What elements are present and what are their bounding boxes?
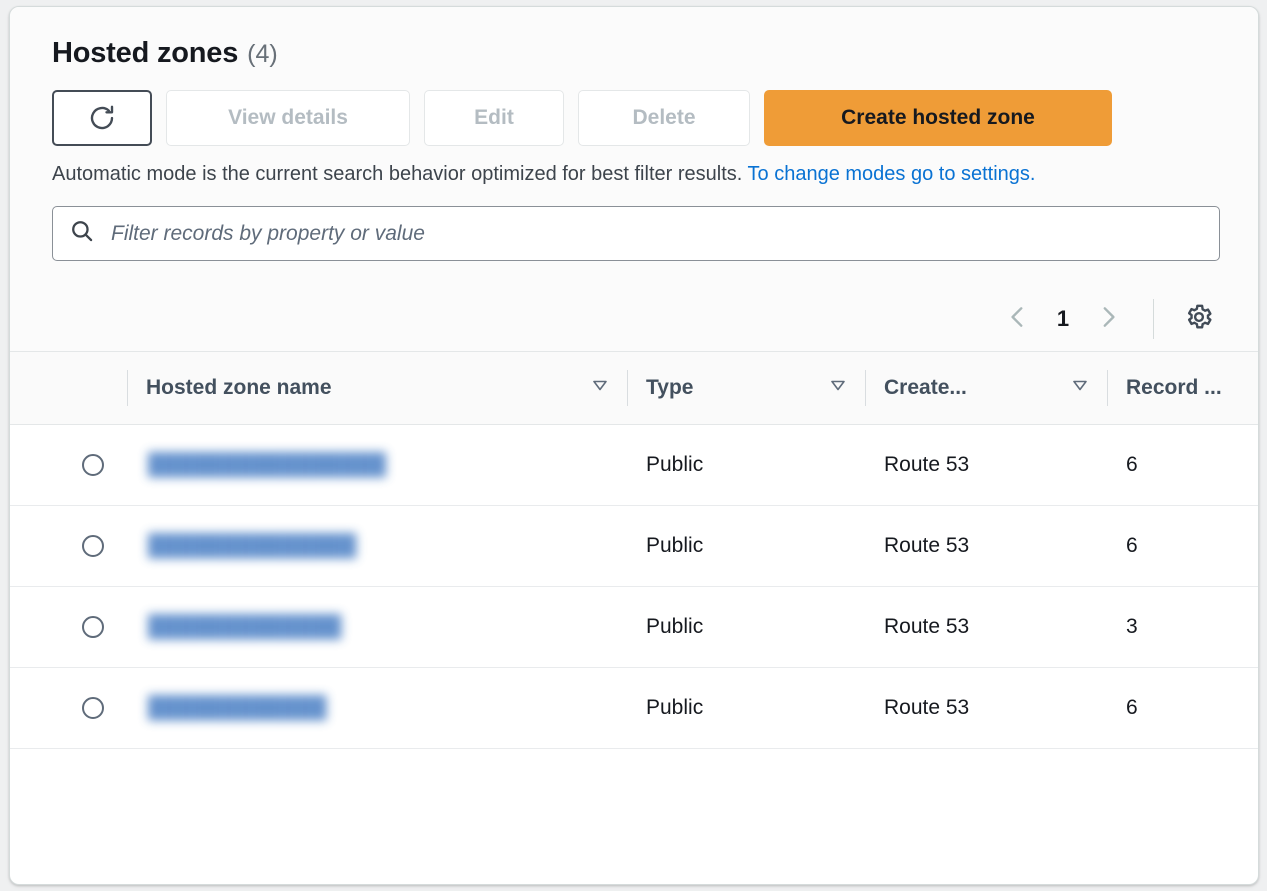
previous-page-button[interactable] xyxy=(995,296,1041,342)
table-row[interactable]: █████████████ Public Route 53 3 xyxy=(10,586,1258,668)
row-radio-button[interactable] xyxy=(82,616,104,638)
created-by-cell: Route 53 xyxy=(866,505,1108,587)
change-modes-settings-link[interactable]: To change modes go to settings. xyxy=(748,163,1036,185)
search-input[interactable] xyxy=(109,220,1203,247)
type-cell: Public xyxy=(628,424,866,506)
column-header-label: Create... xyxy=(884,376,967,399)
page-title: Hosted zones (4) xyxy=(52,37,1258,70)
type-cell: Public xyxy=(628,586,866,668)
record-count-cell: 6 xyxy=(1108,667,1258,749)
view-details-button[interactable]: View details xyxy=(166,90,410,146)
hosted-zone-name-cell: ██████████████ xyxy=(128,505,628,587)
page-root: Hosted zones (4) View details Edit Delet… xyxy=(0,0,1267,891)
column-header-label: Hosted zone name xyxy=(146,376,332,399)
gear-icon xyxy=(1184,302,1214,337)
sort-descending-icon xyxy=(1070,375,1090,401)
row-select-cell xyxy=(10,505,128,587)
pagination-divider xyxy=(1153,299,1154,339)
record-count-cell: 3 xyxy=(1108,586,1258,668)
hosted-zone-name-link[interactable]: ████████████████ xyxy=(146,453,386,477)
column-header-hosted-zone-name[interactable]: Hosted zone name xyxy=(128,351,628,425)
column-header-label: Type xyxy=(646,376,694,399)
table-header: Hosted zone name Type Create... Record .… xyxy=(10,351,1258,425)
table-footer xyxy=(10,749,1258,797)
table-preferences-button[interactable] xyxy=(1176,296,1222,342)
page-title-text: Hosted zones xyxy=(52,37,239,69)
hosted-zone-name-link[interactable]: ████████████ xyxy=(146,696,327,720)
record-count-cell: 6 xyxy=(1108,424,1258,506)
column-header-select xyxy=(10,351,128,425)
pagination-controls: 1 xyxy=(10,287,1258,351)
column-header-created-by[interactable]: Create... xyxy=(866,351,1108,425)
type-cell: Public xyxy=(628,667,866,749)
created-by-cell: Route 53 xyxy=(866,424,1108,506)
search-mode-info: Automatic mode is the current search beh… xyxy=(52,158,1182,190)
refresh-icon xyxy=(87,103,117,133)
search-icon xyxy=(69,218,95,249)
hosted-zone-name-cell: ████████████████ xyxy=(128,424,628,506)
hosted-zone-count: (4) xyxy=(247,40,278,68)
table-body: ████████████████ Public Route 53 6 █████… xyxy=(10,424,1258,749)
column-header-type[interactable]: Type xyxy=(628,351,866,425)
filter-search-box[interactable] xyxy=(52,206,1220,261)
hosted-zones-table: Hosted zone name Type Create... Record .… xyxy=(10,351,1258,749)
refresh-button[interactable] xyxy=(52,90,152,146)
record-count-cell: 6 xyxy=(1108,505,1258,587)
row-select-cell xyxy=(10,586,128,668)
hosted-zone-name-cell: ████████████ xyxy=(128,667,628,749)
next-page-button[interactable] xyxy=(1085,296,1131,342)
created-by-cell: Route 53 xyxy=(866,667,1108,749)
row-radio-button[interactable] xyxy=(82,454,104,476)
search-mode-info-text: Automatic mode is the current search beh… xyxy=(52,163,743,185)
sort-descending-icon xyxy=(590,375,610,401)
row-select-cell xyxy=(10,424,128,506)
table-header-row: Hosted zone name Type Create... Record .… xyxy=(10,351,1258,425)
sort-descending-icon xyxy=(828,375,848,401)
row-radio-button[interactable] xyxy=(82,697,104,719)
table-row[interactable]: ████████████ Public Route 53 6 xyxy=(10,667,1258,749)
row-radio-button[interactable] xyxy=(82,535,104,557)
type-cell: Public xyxy=(628,505,866,587)
hosted-zones-card: Hosted zones (4) View details Edit Delet… xyxy=(9,6,1259,885)
page-number-1[interactable]: 1 xyxy=(1041,306,1085,332)
hosted-zone-name-cell: █████████████ xyxy=(128,586,628,668)
toolbar: View details Edit Delete Create hosted z… xyxy=(52,90,1258,146)
edit-button[interactable]: Edit xyxy=(424,90,564,146)
column-header-label: Record ... xyxy=(1126,376,1222,399)
header-area: Hosted zones (4) View details Edit Delet… xyxy=(10,7,1258,261)
created-by-cell: Route 53 xyxy=(866,586,1108,668)
card-top-section: Hosted zones (4) View details Edit Delet… xyxy=(10,7,1258,351)
table-row[interactable]: ████████████████ Public Route 53 6 xyxy=(10,424,1258,506)
create-hosted-zone-button[interactable]: Create hosted zone xyxy=(764,90,1112,146)
column-header-record-count[interactable]: Record ... xyxy=(1108,351,1258,425)
table-row[interactable]: ██████████████ Public Route 53 6 xyxy=(10,505,1258,587)
row-select-cell xyxy=(10,667,128,749)
chevron-right-icon xyxy=(1095,304,1121,335)
hosted-zone-name-link[interactable]: █████████████ xyxy=(146,615,341,639)
hosted-zone-name-link[interactable]: ██████████████ xyxy=(146,534,356,558)
delete-button[interactable]: Delete xyxy=(578,90,750,146)
chevron-left-icon xyxy=(1005,304,1031,335)
